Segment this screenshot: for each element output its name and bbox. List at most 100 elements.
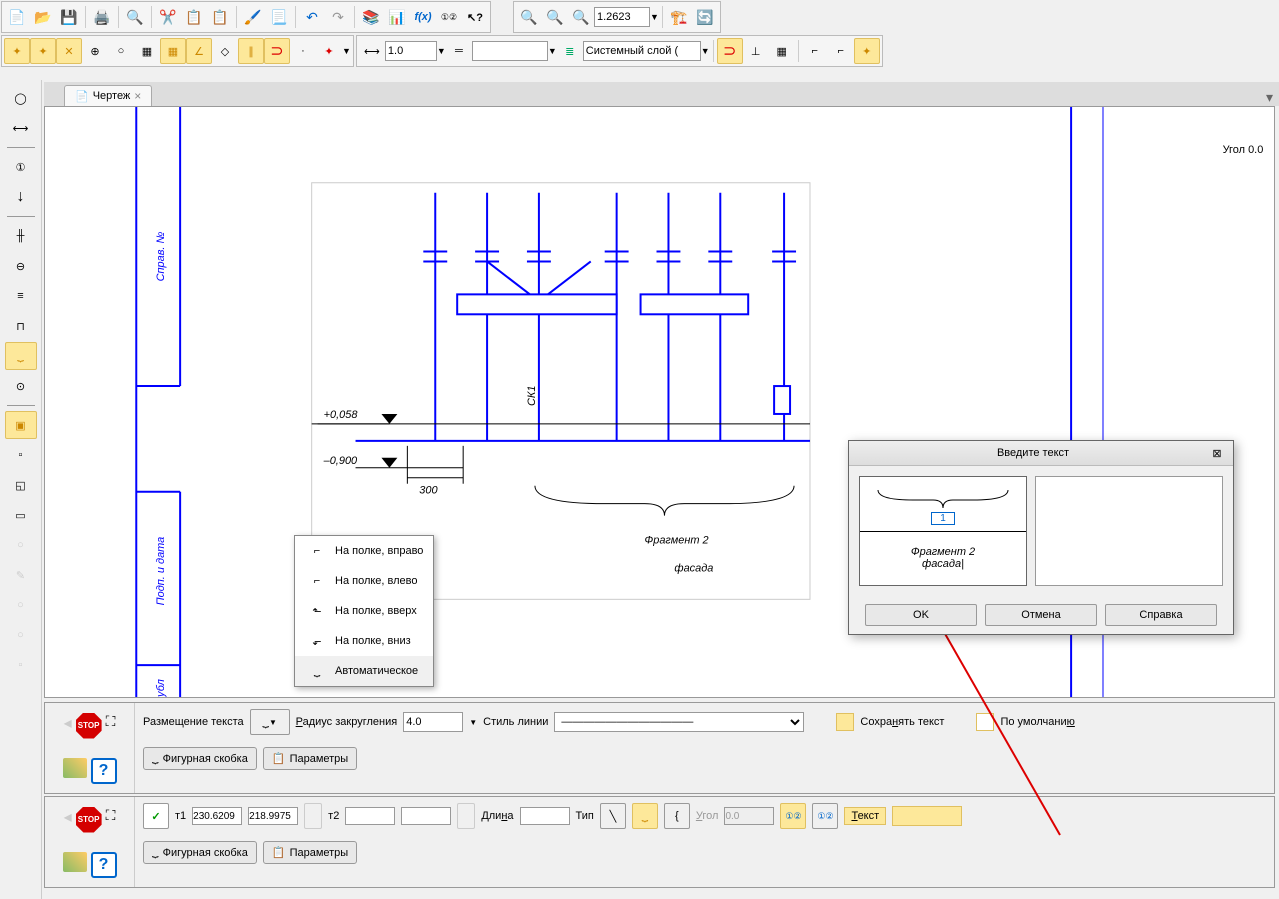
- dimension-button[interactable]: ⟷: [359, 38, 385, 64]
- snap-grid-button[interactable]: ▦: [134, 38, 160, 64]
- step-button[interactable]: ⌐: [828, 38, 854, 64]
- brace-tool[interactable]: ⏟: [5, 342, 37, 370]
- grid-button[interactable]: ▦: [769, 38, 795, 64]
- snap-off-button[interactable]: ·: [290, 38, 316, 64]
- dir2-button[interactable]: ①②: [812, 803, 838, 829]
- placement-left[interactable]: ⌐На полке, влево: [295, 566, 433, 596]
- fx-button[interactable]: f(x): [410, 4, 436, 30]
- cut-button[interactable]: ✂️: [155, 4, 181, 30]
- stop-button-1[interactable]: STOP: [76, 713, 102, 739]
- snap-grid2-button[interactable]: ▦: [160, 38, 186, 64]
- section-tool[interactable]: ╫: [5, 222, 37, 250]
- snap-point-button[interactable]: ✦: [316, 38, 342, 64]
- zoom-input[interactable]: [594, 7, 650, 27]
- library-button[interactable]: 📚: [358, 4, 384, 30]
- snap-tan-button[interactable]: ○: [108, 38, 134, 64]
- len-input[interactable]: [520, 807, 570, 825]
- refresh-button[interactable]: 🔄: [692, 4, 718, 30]
- zoom-fit-button[interactable]: 🔍: [542, 4, 568, 30]
- help-button-2[interactable]: ?: [91, 852, 117, 878]
- t2-x-input[interactable]: [345, 807, 395, 825]
- lineweight-input[interactable]: [385, 41, 437, 61]
- linestyle-select[interactable]: ————————————: [554, 712, 804, 732]
- tab-scroll[interactable]: ▾: [1260, 89, 1279, 106]
- snap-center-button[interactable]: ⊕: [82, 38, 108, 64]
- break-tool[interactable]: ◱: [5, 471, 37, 499]
- placement-right[interactable]: ⌐На полке, вправо: [295, 536, 433, 566]
- snap-end-button[interactable]: ✦: [4, 38, 30, 64]
- snap-angle-button[interactable]: ∠: [186, 38, 212, 64]
- stop-button-2[interactable]: STOP: [76, 807, 102, 833]
- copy-button[interactable]: 📋: [181, 4, 207, 30]
- placement-picker[interactable]: ⏟▼: [250, 709, 290, 735]
- circle-tool[interactable]: ◯: [5, 84, 37, 112]
- dim-tool[interactable]: ⟷: [5, 114, 37, 142]
- misc1-tool[interactable]: ○: [5, 531, 37, 559]
- redo-button[interactable]: ↷: [325, 4, 351, 30]
- preview-button[interactable]: 🔍: [122, 4, 148, 30]
- print-button[interactable]: 🖨️: [89, 4, 115, 30]
- placement-auto[interactable]: ⏟Автоматическое: [295, 656, 433, 686]
- open-button[interactable]: 📂: [30, 4, 56, 30]
- t2-y-input[interactable]: [401, 807, 451, 825]
- variables-button[interactable]: 📊: [384, 4, 410, 30]
- properties-button[interactable]: 📃: [266, 4, 292, 30]
- placement-up[interactable]: ⬑На полке, вверх: [295, 596, 433, 626]
- view-tool[interactable]: ▫: [5, 441, 37, 469]
- detail-tool[interactable]: ⊙: [5, 372, 37, 400]
- tab-brace-2[interactable]: ⏟Фигурная скобка: [143, 841, 257, 864]
- t1-y-input[interactable]: [248, 807, 298, 825]
- snap-int-button[interactable]: ✕: [56, 38, 82, 64]
- paste-button[interactable]: 📋: [207, 4, 233, 30]
- dialog-close-button[interactable]: ⊠: [1209, 445, 1225, 461]
- snap-parallel-button[interactable]: ∥: [238, 38, 264, 64]
- delete-tool[interactable]: ▭: [5, 501, 37, 529]
- placement-down[interactable]: ⬐На полке, вниз: [295, 626, 433, 656]
- snap-near-button[interactable]: ◇: [212, 38, 238, 64]
- save-text-check[interactable]: [836, 713, 854, 731]
- type-curly[interactable]: {: [664, 803, 690, 829]
- dialog-cancel-button[interactable]: Отмена: [985, 604, 1097, 626]
- level-tool[interactable]: ↓: [5, 183, 37, 211]
- copy-props-tool[interactable]: ▣: [5, 411, 37, 439]
- pencil-tool[interactable]: ✎: [5, 561, 37, 589]
- rebuild-button[interactable]: 🏗️: [666, 4, 692, 30]
- marker-tool[interactable]: ①: [5, 153, 37, 181]
- track-button[interactable]: ✦: [854, 38, 880, 64]
- dialog-help-button[interactable]: Справка: [1105, 604, 1217, 626]
- auto-button[interactable]: ✓: [143, 803, 169, 829]
- tab-close[interactable]: ×: [134, 89, 141, 103]
- undo-button[interactable]: ↶: [299, 4, 325, 30]
- magnet-button[interactable]: ⊃: [264, 38, 290, 64]
- magnet2-button[interactable]: ⊃: [717, 38, 743, 64]
- tab-params-2[interactable]: 📋Параметры: [263, 841, 357, 864]
- linetype-button[interactable]: ═: [446, 38, 472, 64]
- snap-mid-button[interactable]: ✦: [30, 38, 56, 64]
- t1-x-input[interactable]: [192, 807, 242, 825]
- lines-tool[interactable]: ≡: [5, 282, 37, 310]
- misc3-tool[interactable]: ○: [5, 621, 37, 649]
- help-button-1[interactable]: ?: [91, 758, 117, 784]
- document-tab[interactable]: 📄 Чертеж ×: [64, 85, 152, 106]
- comb-tool[interactable]: ⊓: [5, 312, 37, 340]
- format-paint-button[interactable]: 🖌️: [240, 4, 266, 30]
- zoom-in-button[interactable]: 🔍: [516, 4, 542, 30]
- ortho-button[interactable]: ⊥: [743, 38, 769, 64]
- ucs-button[interactable]: ⌐: [802, 38, 828, 64]
- misc2-tool[interactable]: ○: [5, 591, 37, 619]
- zoom-window-button[interactable]: 🔍: [568, 4, 594, 30]
- layers-button[interactable]: ≣: [557, 38, 583, 64]
- linetype-input[interactable]: [472, 41, 548, 61]
- default-check[interactable]: [976, 713, 994, 731]
- tab-brace-1[interactable]: ⏟Фигурная скобка: [143, 747, 257, 770]
- help-arrow-button[interactable]: ↖?: [462, 4, 488, 30]
- type-line[interactable]: ╲: [600, 803, 626, 829]
- layer-input[interactable]: [583, 41, 701, 61]
- type-brace[interactable]: ⏟: [632, 803, 658, 829]
- text-input[interactable]: [892, 806, 962, 826]
- numbering-button[interactable]: ①②: [436, 4, 462, 30]
- paint-button-1[interactable]: [63, 758, 87, 778]
- new-button[interactable]: 📄: [4, 4, 30, 30]
- len-lock[interactable]: [457, 803, 475, 829]
- misc4-tool[interactable]: ▫: [5, 651, 37, 679]
